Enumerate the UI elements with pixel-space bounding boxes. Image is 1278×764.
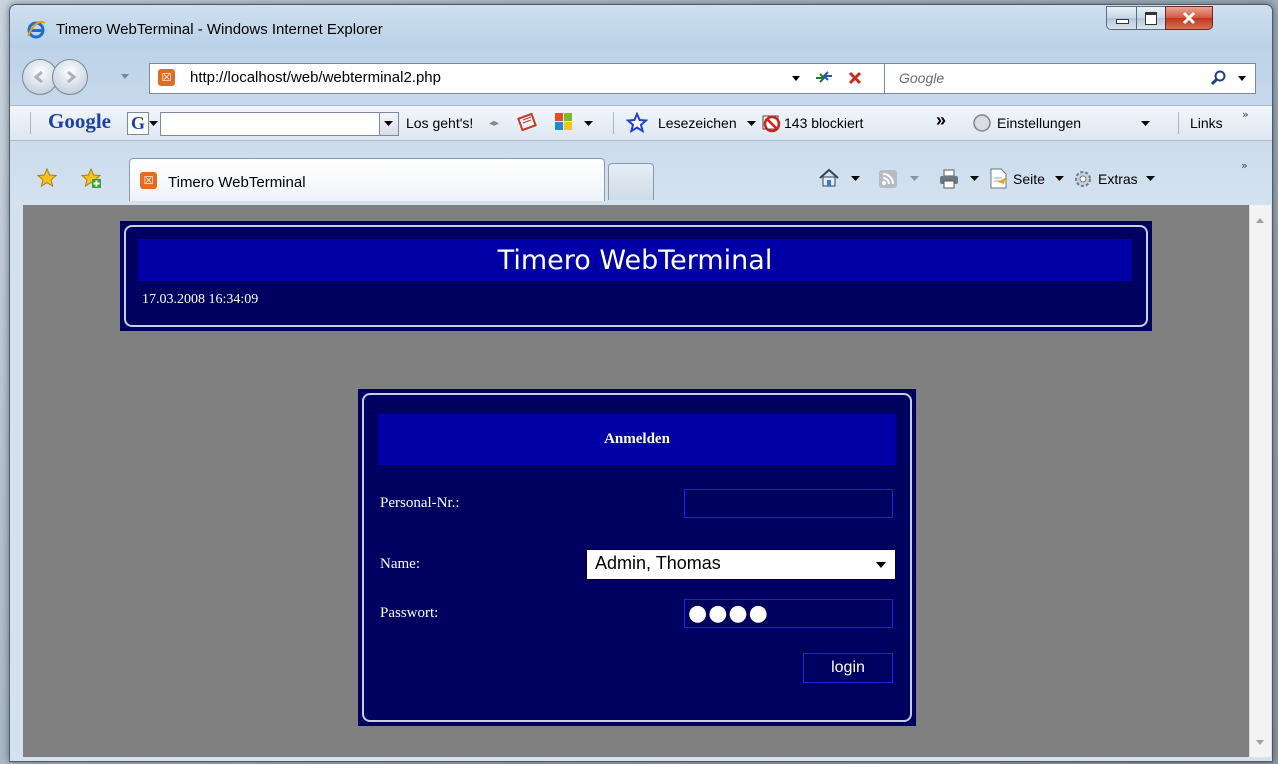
vertical-scrollbar[interactable] (1249, 205, 1271, 757)
home-dropdown-icon[interactable] (851, 176, 860, 182)
name-label: Name: (380, 556, 420, 572)
minimize-button[interactable] (1106, 6, 1137, 30)
favorites-star-icon[interactable] (36, 167, 58, 189)
minimize-icon (1116, 19, 1129, 24)
header-panel: Timero WebTerminal 17.03.2008 16:34:09 (120, 221, 1152, 331)
page-icon[interactable] (989, 168, 1009, 190)
page-dropdown-icon[interactable] (1055, 176, 1064, 182)
google-g-icon[interactable]: G (127, 112, 149, 135)
search-options-icon[interactable] (1237, 75, 1247, 83)
site-favicon-icon: ☒ (158, 69, 175, 86)
page-title: Timero WebTerminal (497, 245, 773, 276)
login-heading: Anmelden (604, 431, 670, 447)
tools-dropdown-icon[interactable] (1146, 176, 1155, 182)
current-datetime: 17.03.2008 16:34:09 (142, 292, 259, 307)
pagerank-dropdown-icon[interactable] (584, 121, 593, 127)
settings-dropdown-icon[interactable] (1141, 121, 1150, 127)
command-overflow-icon[interactable]: » (1241, 159, 1248, 172)
browser-window: Timero WebTerminal - Windows Internet Ex… (9, 4, 1273, 762)
new-tab-button[interactable] (608, 163, 654, 200)
close-button[interactable] (1165, 6, 1213, 30)
name-select[interactable]: Admin, Thomas (586, 549, 896, 580)
search-placeholder: Google (899, 70, 945, 86)
chevron-down-icon (876, 562, 886, 568)
login-panel: Anmelden Personal-Nr.: Name: Admin, Thom… (358, 389, 916, 726)
scroll-down-icon[interactable] (1255, 739, 1265, 746)
google-search-input[interactable] (160, 112, 399, 136)
popup-blocker-icon[interactable] (761, 112, 783, 134)
news-icon[interactable] (517, 112, 539, 134)
search-input[interactable]: Google (884, 63, 1256, 94)
window-title: Timero WebTerminal - Windows Internet Ex… (56, 21, 383, 38)
star-bookmark-icon[interactable] (626, 112, 648, 134)
personal-nr-input[interactable] (684, 489, 893, 518)
print-icon[interactable] (938, 168, 960, 190)
page-viewport: Timero WebTerminal 17.03.2008 16:34:09 A… (23, 205, 1249, 757)
print-dropdown-icon[interactable] (970, 176, 979, 182)
page-menu[interactable]: Seite (1013, 171, 1045, 187)
login-button[interactable]: login (803, 653, 893, 683)
popups-blocked-count[interactable]: 143 blockiert (784, 115, 863, 131)
ie-logo-icon (27, 20, 46, 39)
toolbar-separator (1178, 112, 1179, 134)
refresh-icon[interactable] (814, 70, 834, 86)
stop-icon[interactable] (848, 71, 862, 85)
toolbar-overflow-button[interactable]: » (936, 110, 946, 131)
google-search-button[interactable]: Los geht's! (406, 115, 473, 131)
name-selected-value: Admin, Thomas (595, 553, 721, 573)
settings-menu[interactable]: Einstellungen (997, 115, 1081, 131)
back-arrow-icon (33, 70, 43, 84)
google-menu-dropdown-icon[interactable] (149, 121, 158, 127)
forward-arrow-icon (67, 70, 77, 84)
toolbar-divider-grip-icon: ◂▸ (489, 118, 500, 129)
settings-radio-icon[interactable] (972, 113, 992, 133)
maximize-icon (1145, 12, 1157, 25)
home-icon[interactable] (818, 167, 840, 189)
title-bar: Timero WebTerminal - Windows Internet Ex… (10, 5, 1272, 43)
search-icon[interactable] (1211, 70, 1227, 86)
password-input[interactable]: ●●●● (684, 599, 893, 628)
links-overflow-icon[interactable]: » (1242, 108, 1249, 121)
tab-label: Timero WebTerminal (168, 174, 306, 191)
tab-row: ☒ Timero WebTerminal Seite Extras » (10, 141, 1272, 205)
google-search-dropdown-button[interactable] (379, 113, 398, 135)
forward-button[interactable] (52, 59, 88, 95)
scroll-up-icon[interactable] (1255, 217, 1265, 224)
password-mask: ●●●● (688, 601, 769, 626)
close-icon (1182, 11, 1196, 25)
address-url: http://localhost/web/webterminal2.php (190, 69, 441, 86)
add-favorite-icon[interactable] (80, 167, 102, 189)
address-row: ☒ http://localhost/web/webterminal2.php … (10, 55, 1272, 99)
links-menu[interactable]: Links (1190, 115, 1223, 131)
pagerank-icon[interactable] (553, 111, 575, 133)
login-heading-band: Anmelden (378, 414, 896, 465)
feeds-dropdown-icon[interactable] (910, 176, 919, 182)
google-toolbar: Google G Los geht's! ◂▸ Lesezeichen 143 … (10, 105, 1272, 141)
toolbar-separator (613, 112, 614, 134)
tab-favicon-icon: ☒ (140, 172, 157, 189)
bookmarks-menu[interactable]: Lesezeichen (658, 115, 737, 131)
feeds-icon[interactable] (878, 169, 898, 189)
tools-menu[interactable]: Extras (1098, 171, 1138, 187)
google-logo-text: Google (48, 109, 111, 133)
gear-icon[interactable] (1072, 168, 1094, 190)
toolbar-grip (30, 112, 31, 134)
personal-nr-label: Personal-Nr.: (380, 495, 460, 511)
recent-pages-dropdown-icon[interactable] (120, 73, 130, 81)
address-field[interactable]: ☒ http://localhost/web/webterminal2.php (149, 63, 927, 94)
google-logo[interactable]: Google (48, 109, 111, 134)
maximize-button[interactable] (1136, 6, 1166, 30)
chevron-down-icon (384, 121, 393, 126)
password-label: Passwort: (380, 605, 439, 621)
address-dropdown-icon[interactable] (791, 75, 801, 83)
tab-timero-webterminal[interactable]: ☒ Timero WebTerminal (129, 158, 605, 201)
header-title-band: Timero WebTerminal (138, 239, 1132, 281)
bookmarks-dropdown-icon[interactable] (747, 121, 756, 127)
